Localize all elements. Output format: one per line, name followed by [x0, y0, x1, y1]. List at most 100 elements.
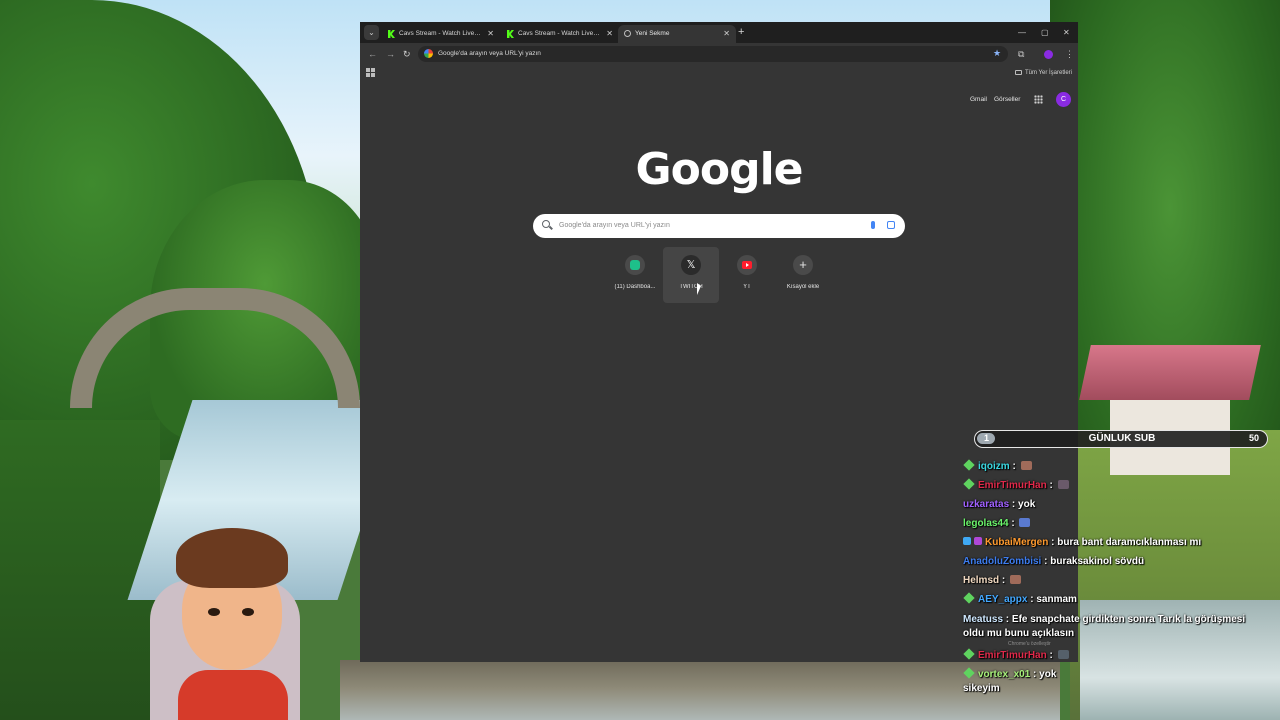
- chat-username: iqoizm: [978, 461, 1010, 472]
- avatar-eye-left: [208, 608, 220, 616]
- chat-username: AEY_appx: [978, 594, 1028, 605]
- bookmarks-bar: Tüm Yer İşaretleri: [360, 65, 1078, 82]
- shortcut-twitch[interactable]: 𝕏 TWITCH: [663, 247, 719, 303]
- sub-goal-target: 50: [1248, 433, 1259, 443]
- tab-strip: ⌄ Cavs Stream - Watch Live on Ki ✕ Cavs …: [360, 22, 1078, 43]
- minimize-icon[interactable]: —: [1018, 25, 1026, 40]
- mouse-cursor-icon: [697, 283, 701, 295]
- search-icon: [542, 220, 550, 228]
- tab-label: Cavs Stream - Watch Live on Ki: [518, 30, 600, 37]
- back-icon[interactable]: ←: [368, 46, 377, 62]
- search-box[interactable]: Google'da arayın veya URL'yi yazın: [533, 214, 905, 238]
- address-bar[interactable]: Google'da arayın veya URL'yi yazın: [418, 46, 1008, 62]
- tab-close-icon[interactable]: ✕: [723, 25, 730, 43]
- shortcut-label: YT: [743, 284, 751, 290]
- chat-message: Helmsd :: [963, 574, 1022, 588]
- folder-icon: [1014, 70, 1022, 75]
- shortcut-label: (11) Dashboa...: [614, 284, 656, 290]
- google-g-icon: [424, 49, 433, 58]
- mic-icon[interactable]: [871, 221, 875, 229]
- extensions-icon[interactable]: ⧉: [1018, 46, 1024, 62]
- search-placeholder: Google'da arayın veya URL'yi yazın: [559, 222, 670, 229]
- all-bookmarks-button[interactable]: Tüm Yer İşaretleri: [1014, 65, 1072, 82]
- chat-message: KubaiMergen : bura bant daramcıklanması …: [963, 536, 1201, 550]
- reload-icon[interactable]: ↻: [403, 46, 411, 62]
- tab-close-icon[interactable]: ✕: [606, 25, 613, 43]
- shortcut-add[interactable]: + Kısayol ekle: [775, 247, 831, 303]
- chat-message: AEY_appx : sanmam: [963, 592, 1077, 607]
- shortcut-yt[interactable]: YT: [719, 247, 775, 303]
- gmail-link[interactable]: Gmail: [970, 94, 987, 106]
- shortcut-icon-bg: +: [793, 255, 813, 275]
- close-window-icon[interactable]: ✕: [1063, 25, 1070, 40]
- chat-username: Meatuss: [963, 614, 1004, 625]
- streamer-avatar: [150, 520, 310, 720]
- profile-icon[interactable]: [1044, 50, 1053, 59]
- chat-text: sanmam: [1036, 594, 1077, 605]
- avatar-hair: [176, 528, 288, 588]
- shortcut-label: TWITCH: [679, 284, 703, 290]
- shortcut-icon-bg: [737, 255, 757, 275]
- new-tab-button[interactable]: +: [738, 25, 744, 40]
- plus-icon: +: [799, 257, 807, 272]
- shortcut-icon-bg: 𝕏: [681, 255, 701, 275]
- account-avatar[interactable]: C: [1056, 92, 1071, 107]
- tab-label: Cavs Stream - Watch Live on Ki: [399, 30, 481, 37]
- emote-icon: [1020, 461, 1032, 470]
- chat-message: AnadoluZombisi : buraksakinol sövdü: [963, 556, 1145, 567]
- house: [1079, 345, 1261, 475]
- emote-icon: [1057, 650, 1069, 659]
- chat-message: uzkaratas : yok: [963, 499, 1036, 510]
- shortcut-dashboard[interactable]: (11) Dashboa...: [607, 247, 663, 303]
- daily-sub-goal-bar: 1 GÜNLUK SUB 50: [974, 430, 1268, 448]
- dashboard-icon: [630, 260, 640, 270]
- chat-username: uzkaratas: [963, 499, 1010, 510]
- toolbar: ← → ↻ Google'da arayın veya URL'yi yazın…: [360, 43, 1078, 65]
- images-link[interactable]: Görseller: [994, 94, 1020, 106]
- avatar-eye-right: [242, 608, 254, 616]
- shortcut-label: Kısayol ekle: [786, 284, 820, 290]
- chat-username: EmirTimurHan: [978, 480, 1047, 491]
- box-badge-icon: [963, 537, 971, 545]
- chat-username: Helmsd: [963, 575, 1000, 586]
- chat-text: yok: [1018, 499, 1036, 510]
- kick-icon: [388, 30, 395, 38]
- avatar-shirt: [178, 670, 288, 720]
- chat-text: bura bant daramcıklanması mı: [1057, 537, 1202, 548]
- chat-username: AnadoluZombisi: [963, 556, 1042, 567]
- chat-text: buraksakinol sövdü: [1050, 556, 1145, 567]
- gem-badge-icon: [963, 648, 975, 660]
- maximize-icon[interactable]: ▢: [1041, 25, 1049, 40]
- bookmark-star-icon[interactable]: ★: [993, 45, 1001, 61]
- emote-icon: [1057, 480, 1069, 489]
- tab-kick-2[interactable]: Cavs Stream - Watch Live on Ki ✕: [501, 25, 619, 43]
- chat-username: vortex_x01: [978, 669, 1031, 680]
- lens-icon[interactable]: [887, 221, 895, 229]
- tab-kick-1[interactable]: Cavs Stream - Watch Live on Ki ✕: [382, 25, 500, 43]
- house-roof: [1079, 345, 1261, 400]
- tab-close-icon[interactable]: ✕: [487, 25, 494, 43]
- shortcut-icon-bg: [625, 255, 645, 275]
- chat-username: legolas44: [963, 518, 1009, 529]
- gem-badge-icon: [963, 478, 975, 490]
- globe-icon: [624, 30, 631, 37]
- riverbed-rocks: [340, 660, 1060, 720]
- chat-message: iqoizm :: [963, 459, 1032, 474]
- menu-kebab-icon[interactable]: ⋮: [1065, 46, 1074, 62]
- address-bar-text: Google'da arayın veya URL'yi yazın: [438, 50, 541, 57]
- emote-icon: [1010, 575, 1022, 584]
- gem-badge-icon: [963, 667, 975, 679]
- chat-username: KubaiMergen: [985, 537, 1049, 548]
- apps-shortcut-icon[interactable]: [366, 68, 375, 77]
- forward-icon[interactable]: →: [386, 46, 395, 62]
- customize-chrome-hint: Chrome'u özelleştir: [1008, 641, 1051, 647]
- tab-new-tab[interactable]: Yeni Sekme ✕: [618, 25, 736, 43]
- chat-username: EmirTimurHan: [978, 650, 1047, 661]
- tab-search-button[interactable]: ⌄: [364, 25, 379, 40]
- emote-icon: [1019, 518, 1031, 527]
- chat-message: EmirTimurHan :: [963, 648, 1069, 663]
- x-icon: 𝕏: [686, 259, 696, 271]
- google-logo: Google: [635, 144, 804, 195]
- chat-text: Efe snapchate girdikten sonra Tarık la g…: [963, 614, 1246, 639]
- google-apps-icon[interactable]: [1034, 95, 1043, 104]
